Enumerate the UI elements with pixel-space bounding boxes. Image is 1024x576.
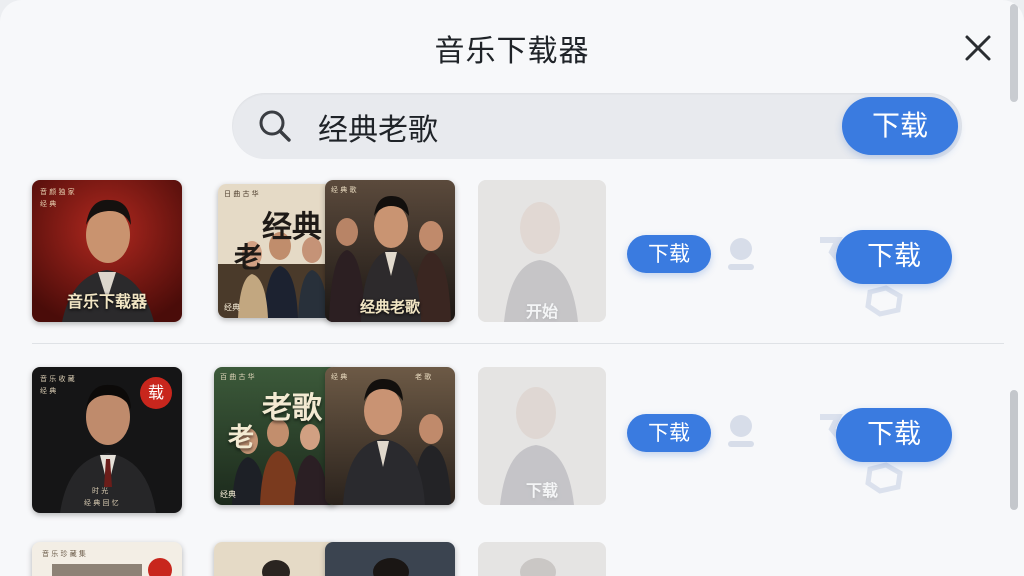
search-download-button[interactable]: 下载	[842, 97, 958, 155]
cover-title-side: 老	[228, 423, 255, 453]
album-cover-3[interactable]	[325, 542, 455, 576]
album-cover-2[interactable]	[214, 542, 338, 576]
download-button-large[interactable]: 下载	[836, 408, 952, 462]
cover-title-side: 老	[234, 241, 263, 274]
svg-text:经典: 经典	[220, 489, 236, 499]
album-cover-2[interactable]: 日 曲 古 华 经典 经典 老	[218, 184, 338, 318]
app-window: 音乐下载器 下载	[0, 0, 1024, 576]
download-button-small[interactable]: 下载	[627, 414, 711, 452]
svg-text:音 乐 珍 藏 集: 音 乐 珍 藏 集	[42, 549, 86, 558]
cover-title-top: 老歌	[262, 391, 322, 426]
result-row-1: 音 颜 独 家 经 典 音乐下载器 日 曲 古 华 经典 经典 老 经 典 歌 …	[0, 178, 1010, 338]
album-cover-3[interactable]: 经 典 老 歌	[325, 367, 455, 505]
svg-text:老 歌: 老 歌	[415, 372, 431, 381]
svg-text:经 典 回 忆: 经 典 回 忆	[84, 498, 119, 507]
svg-text:经 典: 经 典	[40, 386, 56, 395]
search-input[interactable]	[316, 103, 840, 151]
album-cover-3[interactable]: 经 典 歌 经典老歌	[325, 180, 455, 322]
window-title: 音乐下载器	[434, 34, 590, 69]
svg-text:经 典 歌: 经 典 歌	[331, 185, 356, 194]
close-button[interactable]	[958, 28, 998, 68]
scrollbar-thumb[interactable]	[1010, 390, 1018, 510]
cover-caption: 经典老歌	[359, 298, 420, 316]
album-cover-1[interactable]: 音 颜 独 家 经 典 音乐下载器	[32, 180, 182, 322]
result-row-3: 音 乐 珍 藏 集	[0, 540, 1010, 576]
album-cover-4[interactable]: 开始	[478, 180, 606, 322]
svg-text:经 典: 经 典	[40, 199, 56, 208]
scrollbar-thumb-top[interactable]	[1010, 4, 1018, 102]
download-button-small[interactable]: 下载	[627, 235, 711, 273]
cover-caption: 下载	[525, 481, 558, 500]
svg-text:音 颜 独 家: 音 颜 独 家	[40, 187, 75, 196]
scrollbar[interactable]	[1010, 0, 1018, 576]
svg-text:日 曲 古 华: 日 曲 古 华	[224, 189, 259, 198]
user-icon	[728, 238, 754, 270]
search-icon	[259, 110, 291, 142]
svg-text:时 光: 时 光	[92, 486, 108, 495]
row-divider	[32, 343, 1004, 344]
result-row-2: 音 乐 收 藏 经 典 时 光 经 典 回 忆 载 百 曲 古 华 经典 老歌 …	[0, 365, 1010, 525]
album-cover-1[interactable]: 音 乐 收 藏 经 典 时 光 经 典 回 忆 载	[32, 367, 182, 513]
close-icon	[965, 35, 991, 61]
search-bar: 下载	[232, 93, 962, 159]
album-cover-4[interactable]: 下载	[478, 367, 606, 505]
cover-caption: 开始	[525, 302, 558, 321]
svg-text:经典: 经典	[224, 302, 240, 312]
album-cover-2[interactable]: 百 曲 古 华 经典 老歌 老	[214, 367, 338, 505]
cover-badge: 载	[140, 377, 172, 409]
cover-caption: 音乐下载器	[66, 292, 147, 311]
download-button-large[interactable]: 下载	[836, 230, 952, 284]
user-icon	[728, 415, 754, 447]
svg-text:百 曲 古 华: 百 曲 古 华	[220, 372, 255, 381]
album-cover-4[interactable]	[478, 542, 606, 576]
svg-text:音 乐 收 藏: 音 乐 收 藏	[40, 374, 75, 383]
cover-title-top: 经典	[262, 210, 322, 245]
album-cover-1[interactable]: 音 乐 珍 藏 集	[32, 542, 182, 576]
svg-text:经 典: 经 典	[331, 372, 347, 381]
